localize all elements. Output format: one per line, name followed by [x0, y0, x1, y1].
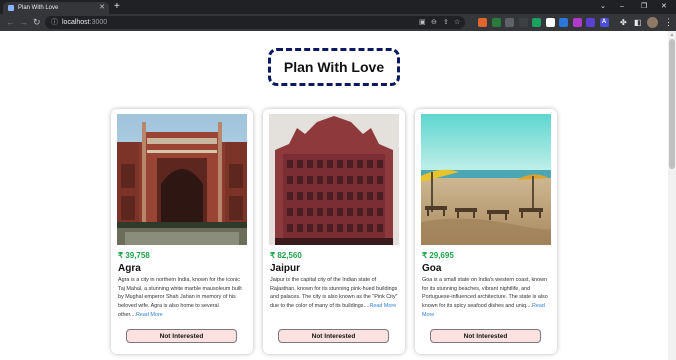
maximize-icon[interactable]: ❐ [641, 1, 647, 12]
share-icon[interactable]: ⇪ [443, 17, 449, 28]
ext-10-icon[interactable]: A [599, 18, 609, 27]
tour-city: Agra [118, 263, 141, 274]
ext-5-icon[interactable] [532, 18, 541, 27]
browser-tab[interactable]: Plan With Love ✕ [3, 2, 109, 14]
browser-tab-bar: Plan With Love ✕ + ⌄ – ❐ ✕ [0, 0, 676, 14]
tour-price: ₹ 39,758 [118, 251, 150, 260]
ext-2-icon[interactable] [491, 18, 501, 27]
back-icon[interactable]: ← [6, 17, 15, 28]
qr-code-icon[interactable]: ▣ [419, 17, 426, 28]
tour-card: ₹ 29,695 Goa Goa is a small state on Ind… [415, 109, 557, 354]
reload-icon[interactable]: ↻ [33, 17, 41, 28]
tour-image-goa [421, 114, 551, 245]
page-title: Plan With Love [283, 59, 385, 75]
tour-card: ₹ 39,758 Agra Agra is a city in northern… [111, 109, 253, 354]
not-interested-button[interactable]: Not Interested [430, 329, 541, 343]
tour-description: Agra is a city in northern India, known … [118, 276, 248, 320]
tab-title: Plan With Love [18, 5, 59, 11]
ext-4-icon[interactable] [518, 18, 528, 27]
tab-search-icon[interactable]: ⌄ [600, 1, 606, 12]
scroll-up-arrow-icon[interactable]: ▲ [668, 32, 676, 38]
tour-city: Goa [422, 263, 442, 274]
forward-icon[interactable]: → [19, 17, 28, 28]
ext-7-icon[interactable] [559, 18, 568, 27]
side-panel-icon[interactable]: ◧ [634, 17, 642, 28]
ext-6-icon[interactable] [545, 18, 555, 27]
ext-1-icon[interactable] [478, 18, 487, 27]
page-viewport: Plan With Love ₹ 39,758 Agra Agra is a c… [0, 31, 668, 360]
not-interested-button[interactable]: Not Interested [278, 329, 389, 343]
tour-price: ₹ 29,695 [422, 251, 454, 260]
address-bar[interactable]: ⓘ localhost:3000 ▣ ⊖ ⇪ ☆ [45, 16, 465, 29]
minimize-icon[interactable]: – [620, 1, 624, 12]
description-text: Goa is a small state on India's western … [422, 277, 548, 310]
read-more-link[interactable]: Read More [136, 312, 163, 318]
extensions-puzzle-icon[interactable]: ✤ [620, 17, 627, 28]
tour-card: ₹ 82,560 Jaipur Jaipur is the capital ci… [263, 109, 405, 354]
favicon-icon [8, 5, 14, 11]
profile-avatar[interactable] [647, 17, 658, 28]
tour-image-agra [117, 114, 247, 245]
ext-9-icon[interactable] [586, 18, 595, 27]
tour-description: Goa is a small state on India's western … [422, 276, 552, 320]
page-title-box: Plan With Love [268, 48, 400, 86]
zoom-icon[interactable]: ⊖ [431, 17, 437, 28]
tour-city: Jaipur [270, 263, 301, 274]
tour-price: ₹ 82,560 [270, 251, 302, 260]
url-text[interactable]: localhost:3000 [62, 17, 107, 28]
window-close-icon[interactable]: ✕ [661, 1, 667, 12]
browser-menu-icon[interactable]: ⋮ [664, 17, 673, 28]
ext-8-icon[interactable] [572, 18, 582, 27]
tour-image-jaipur [269, 114, 399, 245]
site-info-icon[interactable]: ⓘ [51, 17, 58, 28]
url-host: localhost [62, 19, 90, 26]
url-port: :3000 [89, 19, 108, 26]
bookmark-star-icon[interactable]: ☆ [454, 17, 460, 28]
tour-description: Jaipur is the capital city of the Indian… [270, 276, 400, 311]
scrollbar-thumb[interactable] [669, 39, 675, 169]
page-scrollbar[interactable]: ▲ [668, 31, 676, 360]
ext-3-icon[interactable] [505, 18, 514, 27]
not-interested-button[interactable]: Not Interested [126, 329, 237, 343]
browser-toolbar: ← → ↻ ⓘ localhost:3000 ▣ ⊖ ⇪ ☆ A ✤ ◧ ⋮ [0, 14, 676, 31]
read-more-link[interactable]: Read More [369, 303, 396, 309]
tab-close-icon[interactable]: ✕ [99, 3, 105, 13]
new-tab-button[interactable]: + [114, 2, 120, 12]
